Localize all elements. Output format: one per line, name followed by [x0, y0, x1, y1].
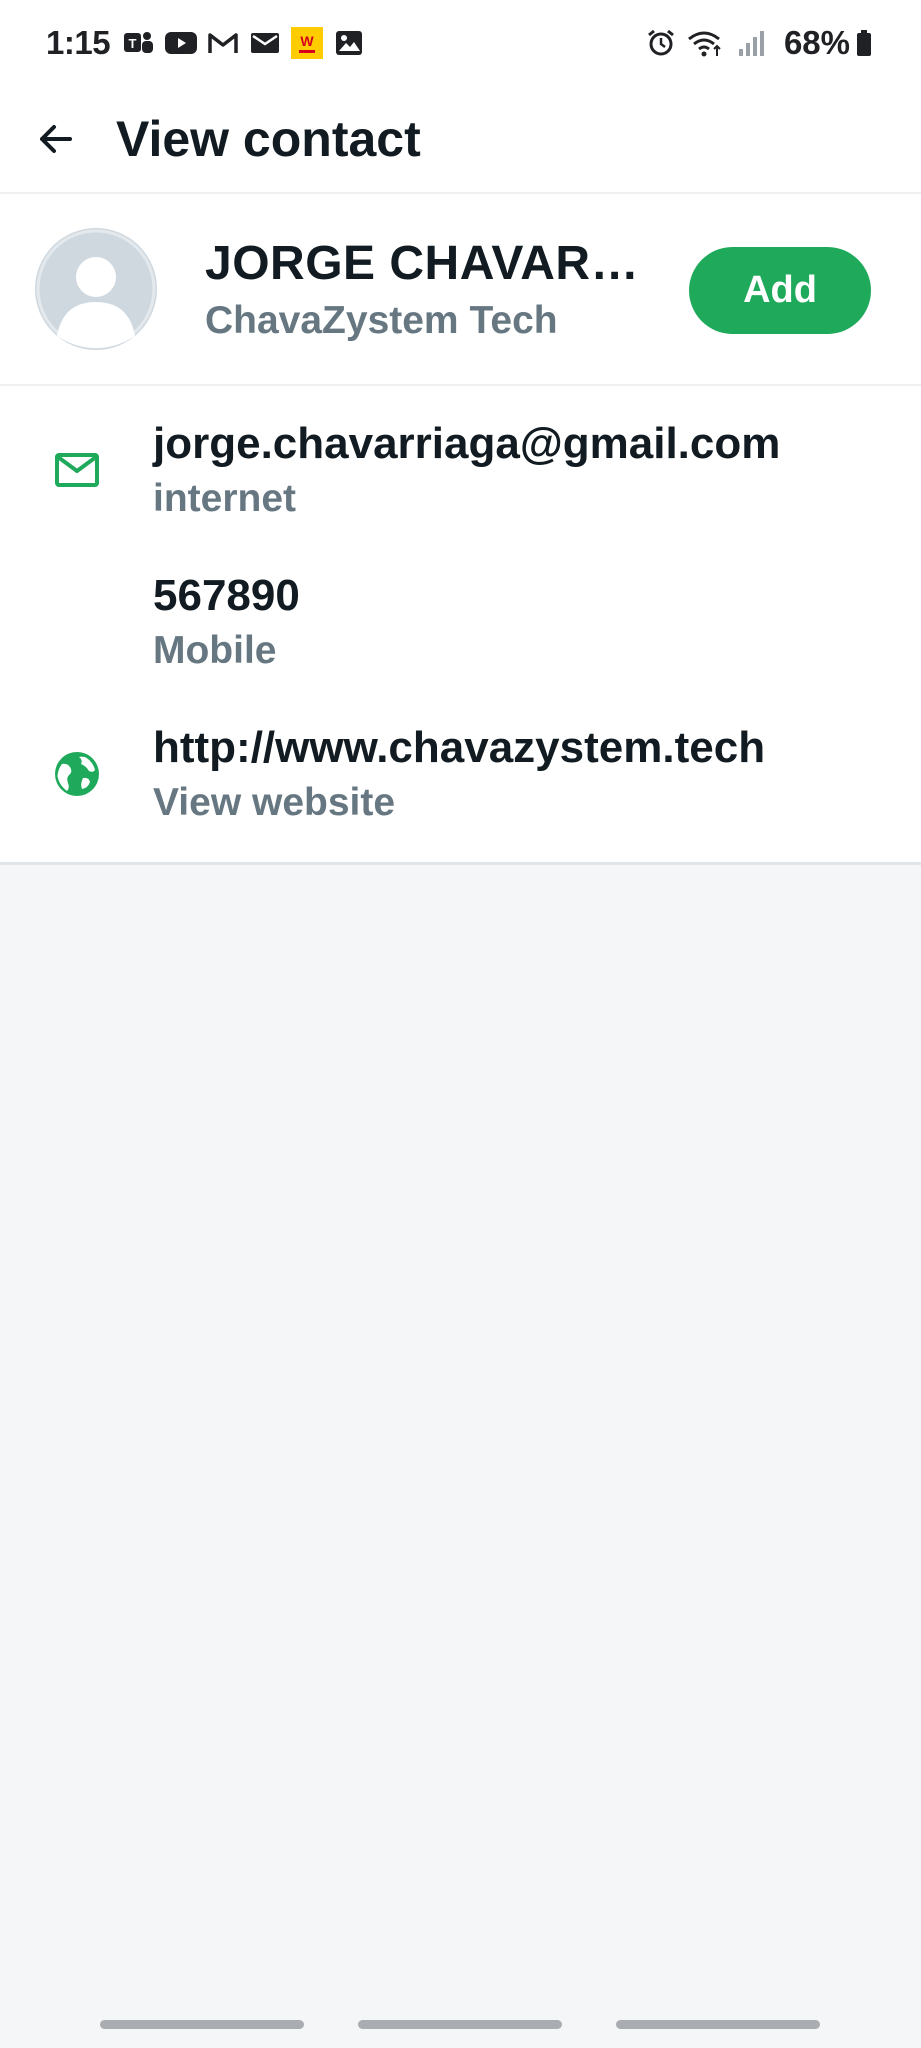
w-app-icon: W: [290, 27, 324, 59]
arrow-left-icon: [40, 125, 72, 153]
nav-hint-back[interactable]: [616, 2020, 820, 2029]
phone-type-label: Mobile: [153, 629, 277, 672]
phone-value: 567890: [153, 571, 300, 620]
email-icon: [52, 445, 102, 495]
status-time: 1:15: [46, 24, 111, 61]
back-button[interactable]: [28, 111, 84, 167]
gmail-icon: [206, 28, 240, 58]
view-website-link[interactable]: View website: [153, 781, 765, 825]
detail-text: jorge.chavarriaga@gmail.com internet: [153, 419, 780, 521]
app-header: View contact: [0, 86, 921, 194]
detail-row-website[interactable]: http://www.chavazystem.tech View website: [0, 698, 921, 850]
status-right: 68%: [644, 24, 874, 62]
detail-text: http://www.chavazystem.tech View website: [153, 723, 765, 825]
avatar: [35, 228, 157, 350]
contact-card: JORGE CHAVARR… ChavaZystem Tech Add: [0, 194, 921, 386]
detail-text: 567890 Mobile: [153, 571, 300, 673]
contact-details: jorge.chavarriaga@gmail.com internet 567…: [0, 386, 921, 865]
svg-text:T: T: [129, 36, 137, 51]
page-title: View contact: [116, 111, 421, 167]
wifi-icon: [686, 28, 726, 58]
contact-name: JORGE CHAVARR…: [205, 236, 665, 290]
phone-icon-placeholder: [52, 597, 102, 647]
top-panel: 1:15 T W 68% View contact JORGE CHAVARR……: [0, 0, 921, 865]
gallery-icon: [332, 28, 366, 58]
person-icon: [36, 229, 156, 349]
teams-icon: T: [122, 28, 156, 58]
contact-company: ChavaZystem Tech: [205, 298, 558, 342]
add-contact-button[interactable]: Add: [689, 247, 871, 334]
nav-hint-recents[interactable]: [100, 2020, 304, 2029]
status-left: 1:15 T W: [46, 24, 374, 62]
contact-text: JORGE CHAVARR… ChavaZystem Tech: [205, 236, 665, 343]
detail-row-email[interactable]: jorge.chavarriaga@gmail.com internet: [0, 394, 921, 546]
battery-percent: 68%: [783, 24, 850, 61]
alarm-icon: [644, 28, 678, 58]
email-type-label: internet: [153, 477, 297, 520]
gesture-nav-bar: [0, 2020, 921, 2030]
svg-text:W: W: [300, 33, 314, 49]
detail-row-phone[interactable]: 567890 Mobile: [0, 546, 921, 698]
nav-hint-home[interactable]: [358, 2020, 562, 2029]
email-value: jorge.chavarriaga@gmail.com: [153, 419, 781, 468]
battery-icon: [854, 28, 874, 58]
website-value: http://www.chavazystem.tech: [153, 723, 766, 772]
youtube-icon: [164, 28, 198, 58]
status-bar: 1:15 T W 68%: [0, 0, 921, 86]
signal-icon: [734, 28, 768, 58]
mail-icon: [248, 28, 282, 58]
globe-icon: [52, 749, 102, 799]
